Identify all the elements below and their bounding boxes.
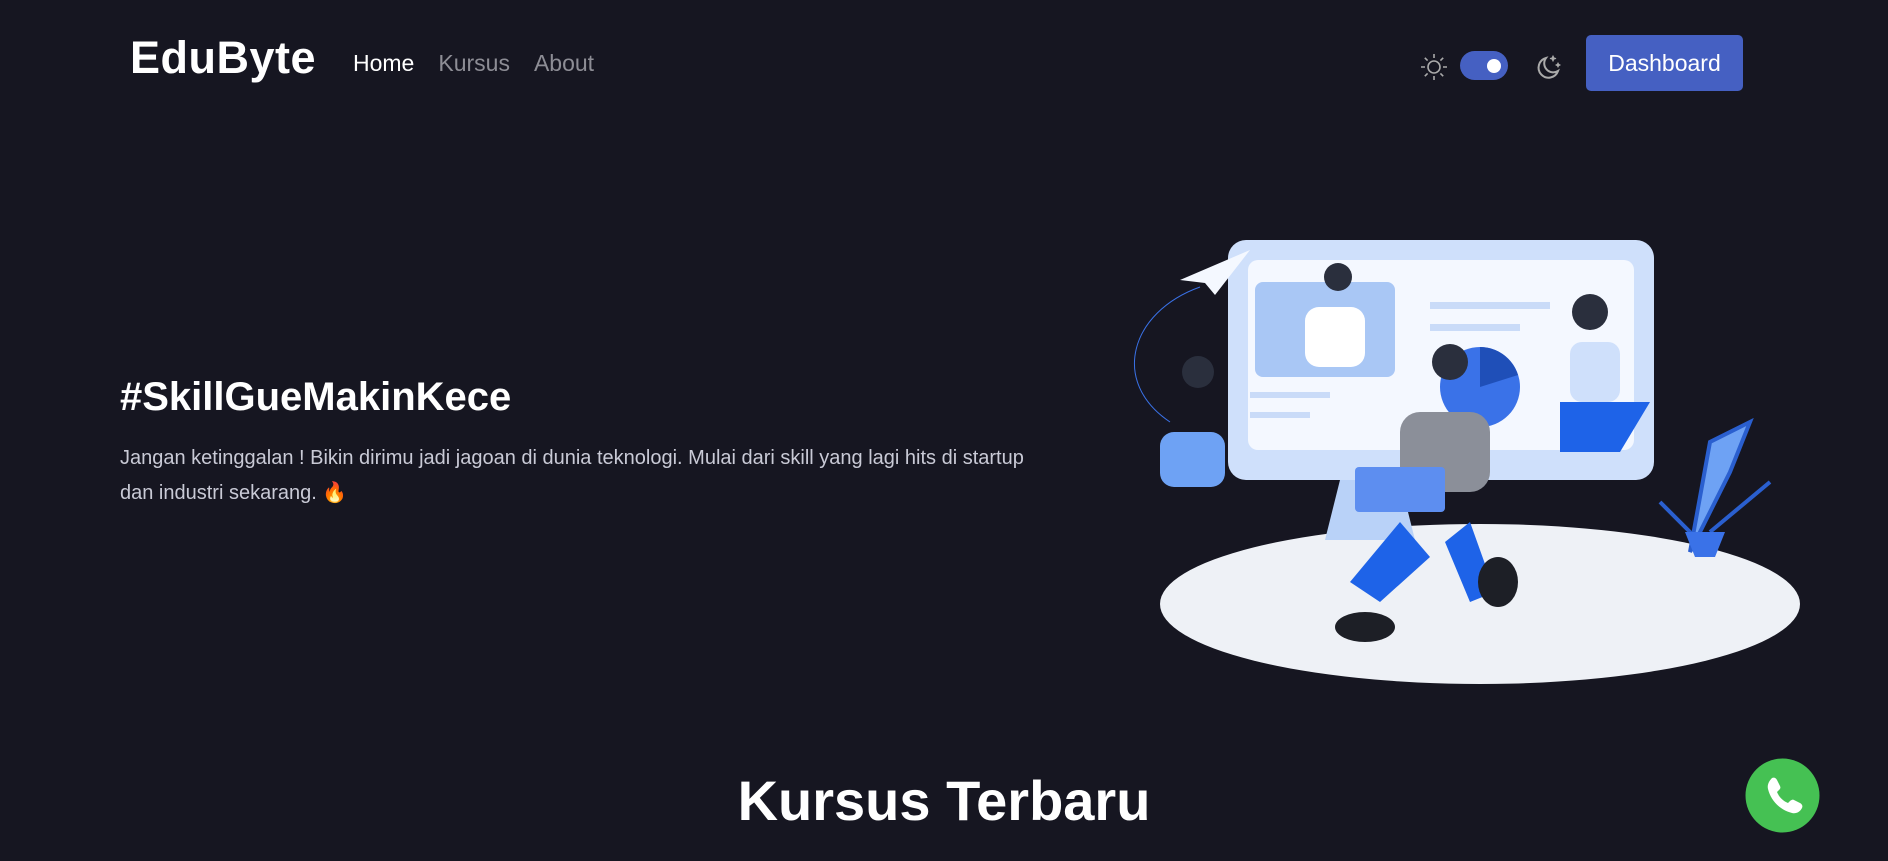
nav-link-home[interactable]: Home	[353, 50, 414, 77]
hero-title: #SkillGueMakinKece	[120, 375, 512, 419]
hero-illustration	[1133, 240, 1800, 684]
nav-link-about[interactable]: About	[534, 50, 594, 77]
nav-link-kursus[interactable]: Kursus	[438, 50, 510, 77]
sun-icon	[1421, 54, 1447, 80]
brand-logo[interactable]: EduByte	[130, 32, 316, 84]
hero-description: Jangan ketinggalan ! Bikin dirimu jadi j…	[120, 447, 1024, 504]
nav-links: Home Kursus About	[353, 50, 594, 77]
whatsapp-button[interactable]	[1745, 758, 1820, 833]
navbar: EduByte Home Kursus About Dashboard	[0, 0, 1888, 128]
theme-toggle[interactable]	[1460, 51, 1508, 80]
toggle-knob	[1487, 59, 1501, 73]
moon-stars-icon	[1537, 54, 1562, 79]
section-title: Kursus Terbaru	[737, 769, 1151, 832]
dashboard-button[interactable]: Dashboard	[1586, 35, 1743, 91]
